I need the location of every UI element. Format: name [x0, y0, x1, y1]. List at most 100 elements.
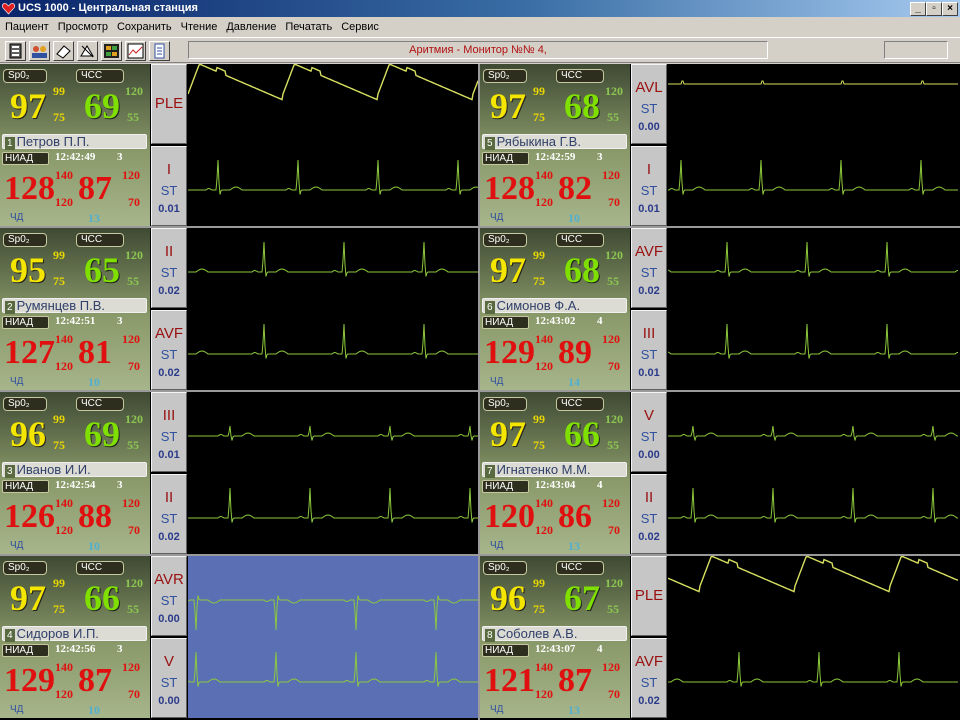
- lead-selector-avr[interactable]: AVR ST 0.00: [151, 556, 187, 636]
- resp-rate-label: ЧД: [10, 376, 24, 387]
- systolic-high-limit: 140: [55, 496, 73, 510]
- menu-service[interactable]: Сервис: [337, 17, 383, 37]
- diastolic-low-limit: 70: [128, 195, 140, 209]
- patient-info[interactable]: Sp0₂ ЧСС 96 99 75 67 120 55 8 Соболев А.В. НИАД 12:…: [480, 556, 630, 718]
- lead-selector-avf[interactable]: AVF ST 0.02: [631, 228, 667, 308]
- lead-selector-iii[interactable]: III ST 0.01: [151, 392, 187, 472]
- lead-selector-ple[interactable]: PLE: [151, 64, 187, 144]
- waveform-area[interactable]: [668, 556, 958, 718]
- menu-print[interactable]: Печатать: [281, 17, 336, 37]
- nibp-time: 12:43:04: [535, 479, 576, 491]
- patient-name-bar[interactable]: 5 Рябыкина Г.В.: [482, 134, 627, 150]
- heart-rate-value: 66: [84, 578, 120, 618]
- lead-selector-avf[interactable]: AVF ST 0.02: [151, 310, 187, 390]
- trend-chart-button[interactable]: [125, 41, 146, 61]
- lead-name: II: [644, 489, 654, 506]
- patient-name: Соболев А.В.: [496, 626, 578, 641]
- lead-selector-avl[interactable]: AVL ST 0.00: [631, 64, 667, 144]
- patient-panel[interactable]: Sp0₂ ЧСС 97 99 75 69 120 55 1 Петров П.П. НИАД 12:4…: [0, 64, 478, 226]
- patient-panel[interactable]: Sp0₂ ЧСС 97 99 75 68 120 55 6 Симонов Ф.А. НИАД 12:…: [480, 228, 958, 390]
- menu-bar: Пациент Просмотр Сохранить Чтение Давление Пе…: [0, 17, 960, 37]
- close-button[interactable]: ×: [942, 2, 958, 16]
- patient-panel[interactable]: Sp0₂ ЧСС 96 99 75 67 120 55 8 Соболев А.В. НИАД 12:…: [480, 556, 958, 718]
- lead-selector-ple[interactable]: PLE: [631, 556, 667, 636]
- patient-panel[interactable]: Sp0₂ ЧСС 97 99 75 66 120 55 7 Игнатенко М.М. НИАД 1…: [480, 392, 958, 554]
- st-label: ST: [640, 101, 658, 116]
- nibp-count: 4: [597, 315, 603, 327]
- patient-name-bar[interactable]: 8 Соболев А.В.: [482, 626, 627, 642]
- patient-panel[interactable]: Sp0₂ ЧСС 95 99 75 65 120 55 2 Румянцев П.В. НИАД 12…: [0, 228, 478, 390]
- patient-info[interactable]: Sp0₂ ЧСС 97 99 75 66 120 55 7 Игнатенко М.М. НИАД 1…: [480, 392, 630, 554]
- patients-group-button[interactable]: [29, 41, 50, 61]
- patient-info[interactable]: Sp0₂ ЧСС 97 99 75 66 120 55 4 Сидоров И.П. НИАД 12:…: [0, 556, 150, 718]
- nibp-count: 3: [117, 479, 123, 491]
- st-label: ST: [640, 183, 658, 198]
- monitor-grid-button[interactable]: [101, 41, 122, 61]
- diastolic-high-limit: 120: [122, 168, 140, 182]
- waveform-area[interactable]: [668, 64, 958, 226]
- lead-selector-ii[interactable]: II ST 0.02: [151, 228, 187, 308]
- patient-panel[interactable]: Sp0₂ ЧСС 97 99 75 68 120 55 5 Рябыкина Г.В. НИАД 12…: [480, 64, 958, 226]
- restore-button[interactable]: ▫: [926, 2, 942, 16]
- patient-panel[interactable]: Sp0₂ ЧСС 96 99 75 69 120 55 3 Иванов И.И. НИАД 12:4…: [0, 392, 478, 554]
- patient-name-bar[interactable]: 4 Сидоров И.П.: [2, 626, 147, 642]
- patient-info[interactable]: Sp0₂ ЧСС 97 99 75 68 120 55 5 Рябыкина Г.В. НИАД 12…: [480, 64, 630, 226]
- patient-info[interactable]: Sp0₂ ЧСС 95 99 75 65 120 55 2 Румянцев П.В. НИАД 12…: [0, 228, 150, 390]
- patient-name: Петров П.П.: [16, 134, 90, 149]
- lead-name: I: [166, 161, 172, 178]
- lead-selector-v[interactable]: V ST 0.00: [151, 638, 187, 718]
- spo2-high-limit: 99: [53, 84, 65, 98]
- patient-name-bar[interactable]: 3 Иванов И.И.: [2, 462, 147, 478]
- patient-name-bar[interactable]: 7 Игнатенко М.М.: [482, 462, 627, 478]
- menu-patient[interactable]: Пациент: [1, 17, 53, 37]
- lead-selector-iii[interactable]: III ST 0.01: [631, 310, 667, 390]
- systolic-high-limit: 140: [535, 496, 553, 510]
- lead-selector-v[interactable]: V ST 0.00: [631, 392, 667, 472]
- patient-card-button[interactable]: [5, 41, 26, 61]
- patient-info[interactable]: Sp0₂ ЧСС 97 99 75 68 120 55 6 Симонов Ф.А. НИАД 12:…: [480, 228, 630, 390]
- patient-name-bar[interactable]: 6 Симонов Ф.А.: [482, 298, 627, 314]
- lead-selector-i[interactable]: I ST 0.01: [631, 146, 667, 226]
- st-value: 0.02: [638, 285, 660, 297]
- st-value: 0.01: [158, 449, 180, 461]
- lead-selector-i[interactable]: I ST 0.01: [151, 146, 187, 226]
- waveform-area[interactable]: [668, 228, 958, 390]
- nibp-count: 3: [117, 151, 123, 163]
- diastolic-low-limit: 70: [128, 359, 140, 373]
- lead-selector-ii[interactable]: II ST 0.02: [151, 474, 187, 554]
- lead-selector-ii[interactable]: II ST 0.02: [631, 474, 667, 554]
- diastolic-high-limit: 120: [602, 168, 620, 182]
- spo2-label: Sp0₂: [3, 69, 47, 83]
- resp-rate-label: ЧД: [490, 376, 504, 387]
- menu-pressure[interactable]: Давление: [222, 17, 280, 37]
- patient-info[interactable]: Sp0₂ ЧСС 97 99 75 69 120 55 1 Петров П.П. НИАД 12:4…: [0, 64, 150, 226]
- patient-panel[interactable]: Sp0₂ ЧСС 97 99 75 66 120 55 4 Сидоров И.П. НИАД 12:…: [0, 556, 478, 718]
- waveform-area[interactable]: [668, 392, 958, 554]
- systolic-low-limit: 120: [55, 359, 73, 373]
- waveform-area[interactable]: [188, 64, 478, 226]
- nibp-label: НИАД: [482, 480, 529, 493]
- erase-button[interactable]: [53, 41, 74, 61]
- menu-save[interactable]: Сохранить: [113, 17, 176, 37]
- waveform-area[interactable]: [188, 556, 478, 718]
- notepad-button[interactable]: [149, 41, 170, 61]
- minimize-button[interactable]: _: [910, 2, 926, 16]
- patient-info[interactable]: Sp0₂ ЧСС 96 99 75 69 120 55 3 Иванов И.И. НИАД 12:4…: [0, 392, 150, 554]
- nibp-label: НИАД: [2, 316, 49, 329]
- waveform-area[interactable]: [188, 228, 478, 390]
- waveform-area[interactable]: [188, 392, 478, 554]
- patient-name-bar[interactable]: 1 Петров П.П.: [2, 134, 147, 150]
- menu-view[interactable]: Просмотр: [54, 17, 112, 37]
- systolic-high-limit: 140: [55, 332, 73, 346]
- resp-rate-label: ЧД: [10, 704, 24, 715]
- st-value: 0.02: [638, 695, 660, 707]
- nibp-time: 12:42:51: [55, 315, 96, 327]
- connect-button[interactable]: [77, 41, 98, 61]
- spo2-value: 96: [490, 578, 526, 618]
- diastolic-high-limit: 120: [602, 496, 620, 510]
- menu-read[interactable]: Чтение: [177, 17, 222, 37]
- waveform-svg: [668, 425, 958, 523]
- spo2-high-limit: 99: [533, 84, 545, 98]
- lead-selector-avf[interactable]: AVF ST 0.02: [631, 638, 667, 718]
- patient-name-bar[interactable]: 2 Румянцев П.В.: [2, 298, 147, 314]
